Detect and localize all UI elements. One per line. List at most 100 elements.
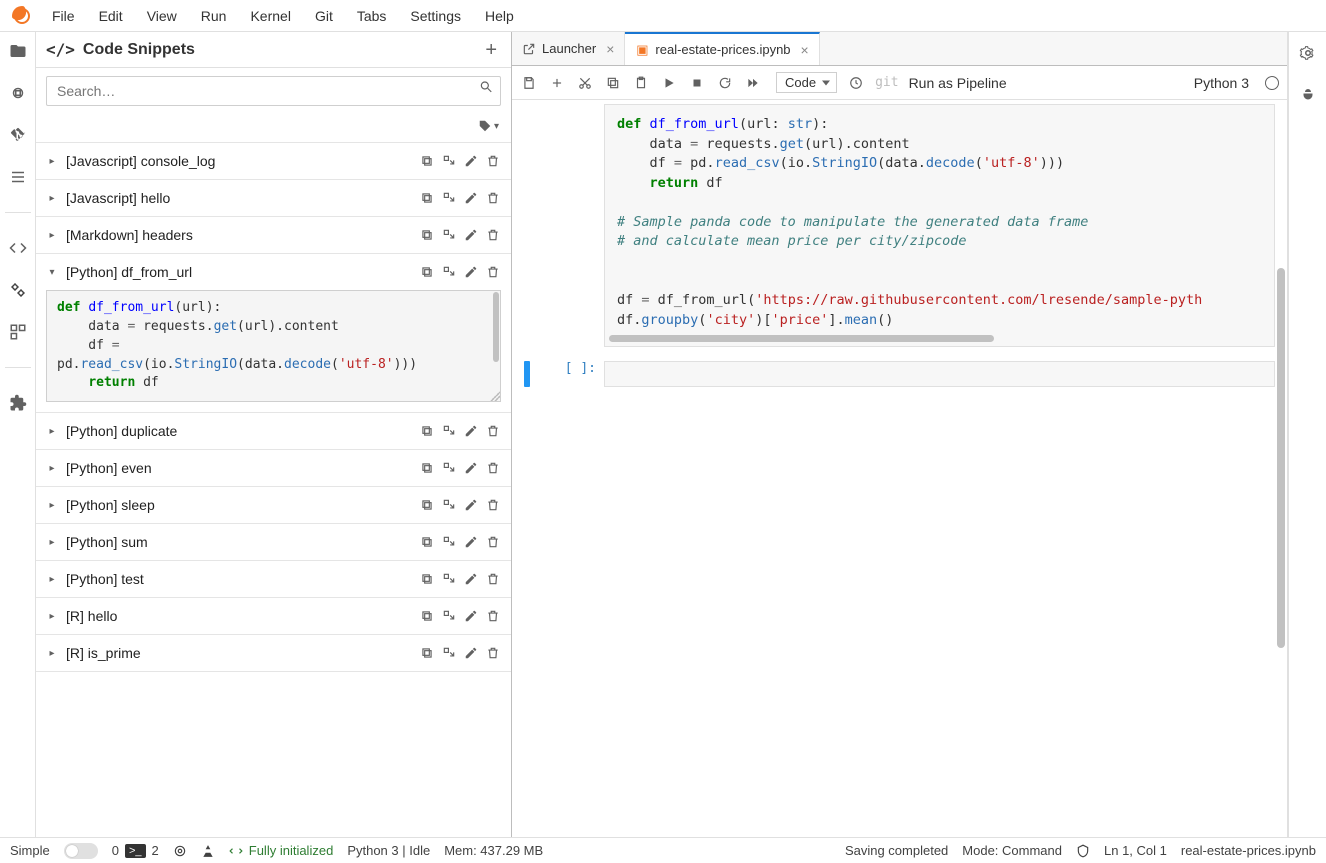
menu-git[interactable]: Git [303,2,345,30]
folder-icon[interactable] [7,40,29,62]
menu-edit[interactable]: Edit [87,2,135,30]
insert-icon[interactable] [441,608,457,624]
clock-icon[interactable] [847,74,865,92]
edit-icon[interactable] [463,645,479,661]
fast-forward-icon[interactable] [744,74,762,92]
run-icon[interactable] [660,74,678,92]
edit-icon[interactable] [463,497,479,513]
empty-cell[interactable]: [ ]: [524,361,1275,387]
paste-icon[interactable] [632,74,650,92]
chevron-right-icon[interactable]: ▸ [46,574,58,585]
running-icon[interactable] [7,82,29,104]
cut-icon[interactable] [576,74,594,92]
delete-icon[interactable] [485,534,501,550]
insert-icon[interactable] [441,534,457,550]
extensions-icon[interactable] [7,392,29,414]
shield-icon[interactable] [1076,843,1090,859]
kernel-indicator[interactable] [1265,76,1279,90]
copy-icon[interactable] [419,153,435,169]
copy-icon[interactable] [419,608,435,624]
save-icon[interactable] [520,74,538,92]
snippet-header[interactable]: ▸[Python] even [36,450,511,486]
chevron-right-icon[interactable]: ▸ [46,537,58,548]
chevron-right-icon[interactable]: ▸ [46,426,58,437]
snippet-header[interactable]: ▸[R] hello [36,598,511,634]
add-snippet-button[interactable]: + [481,40,501,60]
snippet-header[interactable]: ▸[Javascript] console_log [36,143,511,179]
edit-icon[interactable] [463,608,479,624]
delete-icon[interactable] [485,608,501,624]
chevron-right-icon[interactable]: ▸ [46,648,58,659]
cell-type-select[interactable]: Code [776,72,837,93]
edit-icon[interactable] [463,534,479,550]
insert-icon[interactable] [441,497,457,513]
restart-icon[interactable] [716,74,734,92]
resize-handle[interactable] [490,391,500,401]
menu-help[interactable]: Help [473,2,526,30]
menu-tabs[interactable]: Tabs [345,2,399,30]
delete-icon[interactable] [485,571,501,587]
cell-input[interactable] [604,361,1275,387]
snippet-header[interactable]: ▾[Python] df_from_url [36,254,511,290]
snippet-header[interactable]: ▸[Python] duplicate [36,413,511,449]
copy-icon[interactable] [419,423,435,439]
delete-icon[interactable] [485,423,501,439]
chevron-right-icon[interactable]: ▸ [46,156,58,167]
snippet-header[interactable]: ▸[Javascript] hello [36,180,511,216]
close-icon[interactable]: × [801,42,809,58]
menu-view[interactable]: View [135,2,189,30]
env-icon[interactable] [173,843,187,859]
copy-icon[interactable] [419,534,435,550]
delete-icon[interactable] [485,264,501,280]
insert-icon[interactable] [441,153,457,169]
simple-toggle[interactable] [64,843,98,859]
chevron-right-icon[interactable]: ▸ [46,463,58,474]
delete-icon[interactable] [485,645,501,661]
chevron-right-icon[interactable]: ▸ [46,500,58,511]
vertical-scrollbar[interactable] [493,292,499,362]
toc-icon[interactable] [7,166,29,188]
chevron-down-icon[interactable]: ▾ [46,267,58,278]
edit-icon[interactable] [463,190,479,206]
chevron-right-icon[interactable]: ▸ [46,193,58,204]
insert-icon[interactable] [441,227,457,243]
stop-icon[interactable] [688,74,706,92]
kernel-name[interactable]: Python 3 [1194,75,1249,91]
delete-icon[interactable] [485,153,501,169]
components-icon[interactable] [7,321,29,343]
git-icon[interactable] [7,124,29,146]
snippet-header[interactable]: ▸[Python] sum [36,524,511,560]
insert-icon[interactable] [441,645,457,661]
insert-icon[interactable] [441,264,457,280]
menu-run[interactable]: Run [189,2,239,30]
copy-icon[interactable] [419,264,435,280]
snippet-header[interactable]: ▸[Python] sleep [36,487,511,523]
insert-icon[interactable] [441,423,457,439]
menu-file[interactable]: File [40,2,87,30]
copy-icon[interactable] [419,571,435,587]
run-pipeline-button[interactable]: Run as Pipeline [909,75,1007,91]
chevron-right-icon[interactable]: ▸ [46,230,58,241]
menu-settings[interactable]: Settings [398,2,473,30]
gear-icon[interactable] [1297,42,1319,64]
edit-icon[interactable] [463,264,479,280]
tab-notebook[interactable]: ▣ real-estate-prices.ipynb × [625,32,819,65]
copy-icon[interactable] [419,497,435,513]
insert-icon[interactable] [441,571,457,587]
copy-icon[interactable] [419,227,435,243]
insert-icon[interactable] [441,190,457,206]
pipeline-gear-icon[interactable] [7,279,29,301]
terminal-icon[interactable]: >_ [125,844,146,858]
notebook-body[interactable]: def df_from_url(url: str): data = reques… [512,100,1287,837]
delete-icon[interactable] [485,190,501,206]
snippet-header[interactable]: ▸[Markdown] headers [36,217,511,253]
search-input[interactable] [46,76,501,106]
code-snippets-icon[interactable] [7,237,29,259]
tab-launcher[interactable]: Launcher × [512,32,625,65]
edit-icon[interactable] [463,227,479,243]
snippet-code[interactable]: def df_from_url(url): data = requests.ge… [46,290,501,402]
tag-filter[interactable]: ▾ [36,110,511,142]
copy-icon[interactable] [419,645,435,661]
share-icon[interactable] [201,843,215,859]
copy-icon[interactable] [419,190,435,206]
